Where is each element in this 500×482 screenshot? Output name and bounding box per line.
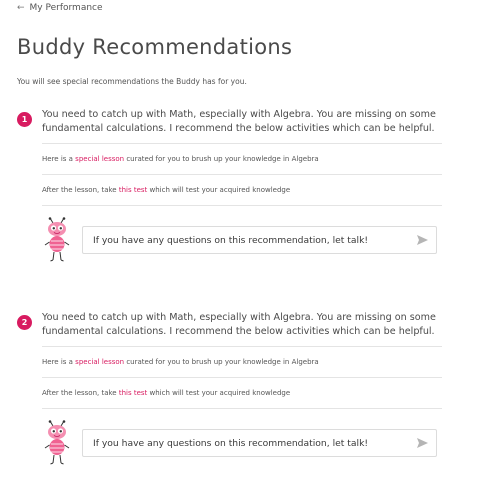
page-title: Buddy Recommendations — [17, 35, 293, 59]
this-test-link[interactable]: this test — [119, 389, 147, 397]
chat-input-text: If you have any questions on this recomm… — [93, 234, 369, 246]
lesson-line-prefix: Here is a — [42, 155, 76, 163]
buddy-mascot-icon — [44, 217, 70, 262]
chat-input[interactable]: If you have any questions on this recomm… — [82, 226, 437, 254]
chat-row: If you have any questions on this recomm… — [42, 420, 442, 466]
recommendation-message: You need to catch up with Math, especial… — [42, 312, 436, 337]
send-icon[interactable] — [416, 437, 428, 449]
test-line-suffix: which will test your acquired knowledge — [147, 186, 291, 194]
test-line-suffix: which will test your acquired knowledge — [147, 389, 291, 397]
recommendation-number-badge: 2 — [17, 315, 32, 330]
arrow-left-icon: ← — [17, 3, 25, 13]
recommendation-header: 1 You need to catch up with Math, especi… — [17, 108, 442, 136]
chat-input[interactable]: If you have any questions on this recomm… — [82, 429, 437, 457]
this-test-link[interactable]: this test — [119, 186, 147, 194]
test-line-prefix: After the lesson, take — [42, 186, 119, 194]
back-link-label: My Performance — [29, 3, 103, 13]
lesson-line-suffix: curated for you to brush up your knowled… — [124, 155, 319, 163]
chat-input-text: If you have any questions on this recomm… — [93, 437, 369, 449]
test-line: After the lesson, take this test which w… — [42, 174, 442, 206]
lesson-line: Here is a special lesson curated for you… — [42, 346, 442, 377]
recommendation-message: You need to catch up with Math, especial… — [42, 109, 436, 134]
chat-row: If you have any questions on this recomm… — [42, 217, 442, 263]
recommendation-header: 2 You need to catch up with Math, especi… — [17, 311, 442, 339]
recommendation-number-badge: 1 — [17, 112, 32, 127]
lesson-line: Here is a special lesson curated for you… — [42, 143, 442, 174]
page-subtitle: You will see special recommendations the… — [17, 77, 247, 86]
send-icon[interactable] — [416, 234, 428, 246]
back-link[interactable]: ← My Performance — [17, 3, 103, 13]
special-lesson-link[interactable]: special lesson — [75, 155, 124, 163]
special-lesson-link[interactable]: special lesson — [75, 358, 124, 366]
lesson-line-suffix: curated for you to brush up your knowled… — [124, 358, 319, 366]
recommendation-card: 2 You need to catch up with Math, especi… — [17, 311, 442, 466]
recommendation-card: 1 You need to catch up with Math, especi… — [17, 108, 442, 263]
buddy-mascot-icon — [44, 420, 70, 465]
test-line-prefix: After the lesson, take — [42, 389, 119, 397]
test-line: After the lesson, take this test which w… — [42, 377, 442, 409]
lesson-line-prefix: Here is a — [42, 358, 76, 366]
